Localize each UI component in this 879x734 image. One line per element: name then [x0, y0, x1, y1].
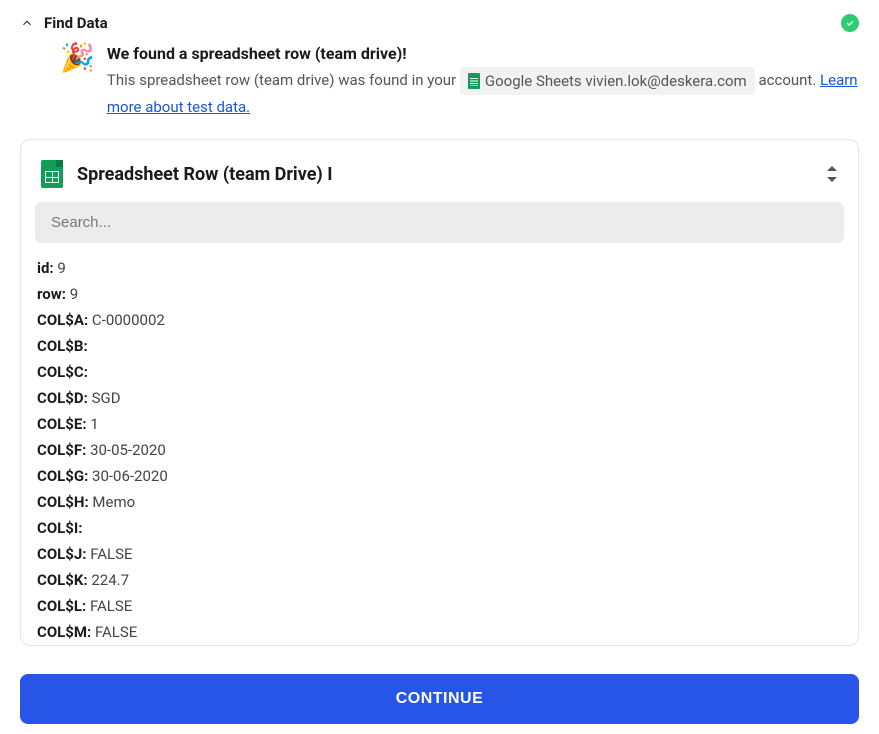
- data-key: COL$G:: [37, 467, 88, 485]
- result-card: Spreadsheet Row (team Drive) I id: 9row:…: [20, 139, 859, 646]
- data-row: COL$L: FALSE: [37, 593, 842, 619]
- continue-button[interactable]: CONTINUE: [20, 674, 859, 724]
- intro-desc-suffix: account.: [758, 71, 816, 89]
- data-value: 224.7: [88, 571, 129, 589]
- data-key: row:: [37, 285, 66, 303]
- data-key: COL$M:: [37, 623, 91, 641]
- data-key: COL$D:: [37, 389, 88, 407]
- data-row: COL$M: FALSE: [37, 619, 842, 645]
- data-row: COL$F: 30-05-2020: [37, 437, 842, 463]
- intro-description: This spreadsheet row (team drive) was fo…: [107, 67, 859, 119]
- data-row: COL$E: 1: [37, 411, 842, 437]
- data-key: COL$L:: [37, 597, 86, 615]
- data-row: COL$A: C-0000002: [37, 307, 842, 333]
- data-key: COL$B:: [37, 337, 88, 355]
- data-value: C-0000002: [88, 311, 165, 329]
- row-selector-left: Spreadsheet Row (team Drive) I: [41, 160, 332, 188]
- data-key: COL$J:: [37, 545, 86, 563]
- intro-title: We found a spreadsheet row (team drive)!: [107, 44, 859, 63]
- data-value: 1: [87, 415, 99, 433]
- intro-text: We found a spreadsheet row (team drive)!…: [107, 44, 859, 119]
- data-value: FALSE: [86, 545, 132, 563]
- row-selector-title: Spreadsheet Row (team Drive) I: [77, 164, 332, 185]
- data-value: 30-06-2020: [88, 467, 167, 485]
- data-row: row: 9: [37, 281, 842, 307]
- intro-block: 🎉 We found a spreadsheet row (team drive…: [20, 44, 859, 139]
- data-key: COL$H:: [37, 493, 89, 511]
- data-row: COL$K: 224.7: [37, 567, 842, 593]
- intro-desc-prefix: This spreadsheet row (team drive) was fo…: [107, 71, 456, 89]
- data-row: COL$C:: [37, 359, 842, 385]
- data-value: FALSE: [86, 597, 132, 615]
- data-row: COL$I:: [37, 515, 842, 541]
- sort-updown-icon[interactable]: [826, 166, 838, 182]
- data-key: COL$I:: [37, 519, 83, 537]
- data-value: Memo: [89, 493, 135, 511]
- success-check-icon: [841, 14, 859, 32]
- celebration-icon: 🎉: [60, 44, 95, 72]
- data-value: FALSE: [91, 623, 137, 641]
- data-row: COL$B:: [37, 333, 842, 359]
- data-row: id: 9: [37, 255, 842, 281]
- data-key: id:: [37, 259, 54, 277]
- account-label: Google Sheets vivien.lok@deskera.com: [485, 69, 747, 93]
- data-value: SGD: [88, 389, 121, 407]
- section-title: Find Data: [44, 14, 108, 32]
- data-key: COL$C:: [37, 363, 88, 381]
- data-value: 30-05-2020: [86, 441, 165, 459]
- data-row: COL$J: FALSE: [37, 541, 842, 567]
- data-key: COL$F:: [37, 441, 86, 459]
- data-key: COL$A:: [37, 311, 88, 329]
- search-box: [35, 202, 844, 243]
- search-input[interactable]: [35, 202, 844, 243]
- section-header-left: Find Data: [20, 14, 108, 32]
- section-header: Find Data: [20, 10, 859, 44]
- data-row: COL$D: SGD: [37, 385, 842, 411]
- data-key: COL$K:: [37, 571, 88, 589]
- row-selector[interactable]: Spreadsheet Row (team Drive) I: [35, 154, 844, 202]
- chevron-up-icon[interactable]: [20, 16, 34, 30]
- data-key: COL$E:: [37, 415, 87, 433]
- data-row: COL$H: Memo: [37, 489, 842, 515]
- data-row: COL$G: 30-06-2020: [37, 463, 842, 489]
- data-value: 9: [54, 259, 66, 277]
- data-value: 9: [66, 285, 78, 303]
- google-sheets-icon: [41, 160, 63, 188]
- google-sheets-icon: [468, 73, 480, 89]
- account-badge: Google Sheets vivien.lok@deskera.com: [460, 67, 755, 95]
- data-list: id: 9row: 9COL$A: C-0000002COL$B:COL$C:C…: [35, 255, 844, 645]
